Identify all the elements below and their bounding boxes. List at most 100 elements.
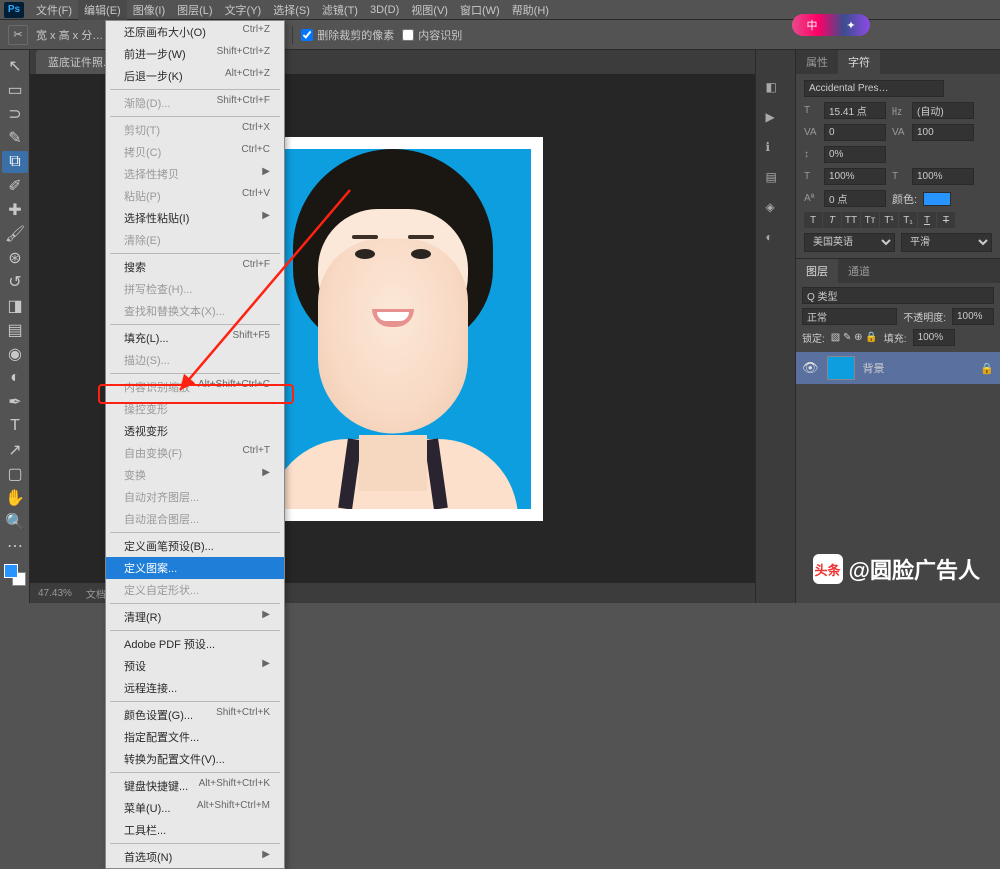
edit-menu-item[interactable]: 选择性粘贴(I)▶ [106,207,284,229]
menu-edit[interactable]: 编辑(E) [78,0,127,20]
baseline-input[interactable] [824,190,886,207]
styles-panel-icon[interactable]: ◈ [766,200,786,216]
edit-menu-item[interactable]: 远程连接... [106,677,284,699]
menu-layer[interactable]: 图层(L) [171,0,218,20]
type-tool[interactable]: T [2,415,28,437]
text-color-chip[interactable] [923,192,951,206]
edit-menu-item[interactable]: 清理(R)▶ [106,606,284,628]
super-button[interactable]: T¹ [880,212,898,228]
fontsize-input[interactable] [824,102,886,119]
zoom-tool[interactable]: 🔍 [2,511,28,533]
character-tab[interactable]: 字符 [838,50,880,74]
swatches-panel-icon[interactable]: ▤ [766,170,786,186]
language-select[interactable]: 美国英语 [804,233,895,252]
layer-item[interactable]: 👁 背景 🔒 [796,352,1000,384]
pen-tool[interactable]: ✒ [2,391,28,413]
menu-help[interactable]: 帮助(H) [506,0,555,20]
zoom-level[interactable]: 47.43% [38,588,72,599]
tracking-input[interactable] [912,124,974,141]
underline-button[interactable]: T [918,212,936,228]
bold-button[interactable]: T [804,212,822,228]
eyedropper-tool[interactable]: ✐ [2,175,28,197]
hand-tool[interactable]: ✋ [2,487,28,509]
aa-select[interactable]: 平滑 [901,233,992,252]
italic-button[interactable]: T [823,212,841,228]
crop-tool-icon[interactable]: ✂ [8,25,28,45]
leading-input[interactable] [912,102,974,119]
hscale-input[interactable] [824,168,886,185]
path-tool[interactable]: ↗ [2,439,28,461]
edit-menu-item[interactable]: 首选项(N)▶ [106,846,284,868]
menu-type[interactable]: 文字(Y) [219,0,268,20]
menu-window[interactable]: 窗口(W) [454,0,506,20]
crop-tool[interactable]: ⧉ [2,151,28,173]
edit-menu-item[interactable]: 键盘快捷键...Alt+Shift+Ctrl+K [106,775,284,797]
content-aware-checkbox[interactable]: 内容识别 [402,27,462,43]
marquee-tool[interactable]: ▭ [2,79,28,101]
content-aware-input[interactable] [402,29,414,41]
quickselect-tool[interactable]: ✎ [2,127,28,149]
history-panel-icon[interactable]: ◧ [766,80,786,96]
edit-toolbar[interactable]: ⋯ [2,535,28,557]
edit-menu-item[interactable]: Adobe PDF 预设... [106,633,284,655]
menu-view[interactable]: 视图(V) [405,0,454,20]
layer-filter[interactable] [802,287,994,304]
lasso-tool[interactable]: ⊃ [2,103,28,125]
visibility-icon[interactable]: 👁 [802,360,819,376]
layers-tab[interactable]: 图层 [796,259,838,283]
healing-tool[interactable]: ✚ [2,199,28,221]
edit-menu-item[interactable]: 定义图案... [106,557,284,579]
edit-menu-item[interactable]: 定义画笔预设(B)... [106,535,284,557]
smallcaps-button[interactable]: Tᴛ [861,212,879,228]
properties-tab[interactable]: 属性 [796,50,838,74]
kerning-input[interactable] [824,124,886,141]
menu-file[interactable]: 文件(F) [30,0,78,20]
delete-cropped-checkbox[interactable]: 删除裁剪的像素 [301,27,394,43]
layer-thumbnail[interactable] [827,356,855,380]
edit-menu-item[interactable]: 转换为配置文件(V)... [106,748,284,770]
edit-menu-item[interactable]: 指定配置文件... [106,726,284,748]
edit-menu-item[interactable]: 预设▶ [106,655,284,677]
lock-icon[interactable]: 🔒 [980,362,994,375]
edit-menu-item[interactable]: 搜索Ctrl+F [106,256,284,278]
color-swatches[interactable] [4,564,26,586]
stamp-tool[interactable]: ⊛ [2,247,28,269]
gradient-tool[interactable]: ▤ [2,319,28,341]
edit-menu-item[interactable]: 透视变形 [106,420,284,442]
ime-indicator[interactable]: 中 ✦ [792,14,870,36]
opacity-input[interactable] [952,308,994,325]
blur-tool[interactable]: ◉ [2,343,28,365]
brush-tool[interactable]: 🖌 [2,223,28,245]
font-family-input[interactable] [804,80,944,97]
menu-image[interactable]: 图像(I) [127,0,171,20]
menu-select[interactable]: 选择(S) [267,0,316,20]
crop-ratio-label[interactable]: 宽 x 高 x 分… [36,27,103,43]
info-panel-icon[interactable]: ℹ [766,140,786,156]
edit-menu-item[interactable]: 菜单(U)...Alt+Shift+Ctrl+M [106,797,284,819]
move-tool[interactable]: ↖ [2,55,28,77]
wscale-input[interactable] [912,168,974,185]
blend-mode[interactable] [802,308,897,325]
sub-button[interactable]: T₁ [899,212,917,228]
delete-cropped-input[interactable] [301,29,313,41]
menu-3d[interactable]: 3D(D) [364,2,405,18]
channels-tab[interactable]: 通道 [838,259,880,283]
menu-filter[interactable]: 滤镜(T) [316,0,364,20]
edit-menu-item[interactable]: 填充(L)...Shift+F5 [106,327,284,349]
dodge-tool[interactable]: ◐ [2,367,28,389]
edit-menu-item[interactable]: 还原画布大小(O)Ctrl+Z [106,21,284,43]
edit-menu-item[interactable]: 工具栏... [106,819,284,841]
caps-button[interactable]: TT [842,212,860,228]
foreground-color[interactable] [4,564,18,578]
edit-menu-item[interactable]: 颜色设置(G)...Shift+Ctrl+K [106,704,284,726]
actions-panel-icon[interactable]: ▶ [766,110,786,126]
layer-name[interactable]: 背景 [863,360,885,376]
vscale-input[interactable] [824,146,886,163]
eraser-tool[interactable]: ◨ [2,295,28,317]
shape-tool[interactable]: ▢ [2,463,28,485]
edit-menu-item[interactable]: 后退一步(K)Alt+Ctrl+Z [106,65,284,87]
history-brush-tool[interactable]: ↺ [2,271,28,293]
strike-button[interactable]: T [937,212,955,228]
adjustments-panel-icon[interactable]: ◐ [766,230,786,246]
lock-icons[interactable]: ▧ ✎ ⊕ 🔒 [831,332,878,343]
